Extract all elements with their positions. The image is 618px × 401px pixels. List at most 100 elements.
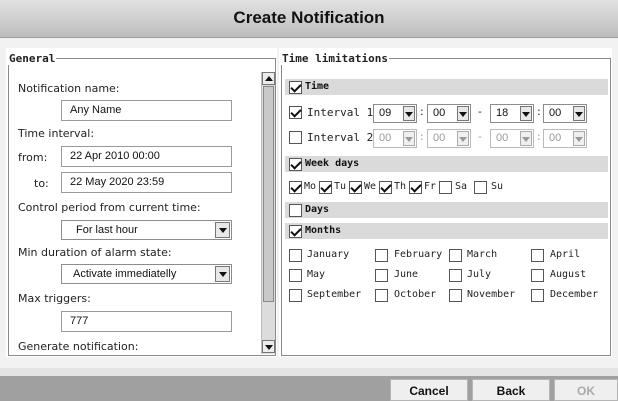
weekday-su-label: Su bbox=[491, 181, 504, 192]
month-august-checkbox[interactable] bbox=[531, 269, 544, 282]
weekdays-checkbox[interactable] bbox=[289, 158, 302, 171]
days-section-header bbox=[285, 202, 608, 218]
weekday-th-label: Th bbox=[394, 181, 407, 192]
weekday-tu-checkbox[interactable] bbox=[319, 181, 332, 194]
month-september-checkbox[interactable] bbox=[289, 289, 302, 302]
weekday-we-checkbox[interactable] bbox=[349, 181, 362, 194]
scroll-down-icon[interactable] bbox=[262, 340, 275, 353]
chevron-down-icon[interactable] bbox=[457, 106, 469, 121]
interval2-start-minute-value: 00 bbox=[433, 132, 446, 144]
interval1-start-minute-value: 00 bbox=[433, 107, 446, 119]
interval1-end-minute-value: 00 bbox=[549, 107, 562, 119]
month-may-label: May bbox=[307, 269, 326, 280]
chevron-down-icon[interactable] bbox=[520, 131, 532, 146]
weekday-tu-label: Tu bbox=[334, 181, 347, 192]
time-colon: : bbox=[420, 130, 424, 143]
notification-name-label: Notification name: bbox=[18, 82, 120, 95]
month-march-label: March bbox=[467, 249, 498, 260]
month-october-label: October bbox=[394, 289, 437, 300]
cancel-button[interactable]: Cancel bbox=[390, 379, 468, 401]
interval1-end-minute[interactable]: 00 bbox=[543, 104, 587, 123]
interval2-end-hour[interactable]: 00 bbox=[490, 129, 534, 148]
chevron-down-icon[interactable] bbox=[457, 131, 469, 146]
scroll-thumb[interactable] bbox=[263, 86, 274, 302]
chevron-down-icon[interactable] bbox=[215, 222, 230, 238]
weekday-fr-checkbox[interactable] bbox=[409, 181, 422, 194]
interval1-start-hour-value: 09 bbox=[379, 107, 392, 119]
general-legend: General bbox=[9, 52, 56, 65]
dialog-title: Create Notification bbox=[0, 0, 618, 38]
control-period-label: Control period from current time: bbox=[18, 201, 201, 214]
month-november-checkbox[interactable] bbox=[449, 289, 462, 302]
month-august-label: August bbox=[550, 269, 587, 280]
chevron-down-icon[interactable] bbox=[403, 106, 415, 121]
interval2-label: Interval 2: bbox=[307, 131, 380, 144]
min-duration-value: Activate immediatelly bbox=[73, 268, 177, 280]
scroll-up-icon[interactable] bbox=[262, 72, 275, 85]
months-section-label: Months bbox=[305, 225, 342, 236]
time-dash: - bbox=[478, 105, 482, 118]
interval1-checkbox[interactable] bbox=[289, 106, 302, 119]
time-colon: : bbox=[420, 105, 424, 118]
months-checkbox[interactable] bbox=[289, 225, 302, 238]
chevron-down-icon[interactable] bbox=[573, 106, 585, 121]
month-september-label: September bbox=[307, 289, 362, 300]
time-colon: : bbox=[537, 105, 541, 118]
weekday-mo-checkbox[interactable] bbox=[289, 181, 302, 194]
time-section-header bbox=[285, 79, 608, 95]
chevron-down-icon[interactable] bbox=[520, 106, 532, 121]
to-date-input[interactable]: 22 May 2020 23:59 bbox=[61, 172, 232, 193]
weekday-fr-label: Fr bbox=[424, 181, 437, 192]
month-june-checkbox[interactable] bbox=[375, 269, 388, 282]
weekday-sa-checkbox[interactable] bbox=[439, 181, 452, 194]
interval2-end-minute[interactable]: 00 bbox=[543, 129, 587, 148]
month-november-label: November bbox=[467, 289, 516, 300]
month-october-checkbox[interactable] bbox=[375, 289, 388, 302]
from-date-input[interactable]: 22 Apr 2010 00:00 bbox=[61, 146, 232, 167]
weekday-we-label: We bbox=[364, 181, 377, 192]
interval1-start-hour[interactable]: 09 bbox=[373, 104, 417, 123]
interval2-start-hour-value: 00 bbox=[379, 132, 392, 144]
time-checkbox[interactable] bbox=[289, 81, 302, 94]
weekday-mo-label: Mo bbox=[304, 181, 317, 192]
month-january-label: January bbox=[307, 249, 350, 260]
interval2-end-minute-value: 00 bbox=[549, 132, 562, 144]
month-december-label: December bbox=[550, 289, 599, 300]
month-march-checkbox[interactable] bbox=[449, 249, 462, 262]
notification-name-input[interactable]: Any Name bbox=[61, 100, 232, 121]
weekdays-section-label: Week days bbox=[305, 158, 360, 169]
interval2-start-minute[interactable]: 00 bbox=[427, 129, 471, 148]
interval1-start-minute[interactable]: 00 bbox=[427, 104, 471, 123]
month-may-checkbox[interactable] bbox=[289, 269, 302, 282]
general-scrollbar[interactable] bbox=[261, 72, 275, 354]
interval2-checkbox[interactable] bbox=[289, 131, 302, 144]
control-period-value: For last hour bbox=[76, 224, 138, 236]
chevron-down-icon[interactable] bbox=[215, 266, 230, 282]
back-button[interactable]: Back bbox=[472, 379, 550, 401]
control-period-select[interactable]: For last hour bbox=[61, 220, 232, 240]
month-june-label: June bbox=[394, 269, 419, 280]
chevron-down-icon[interactable] bbox=[403, 131, 415, 146]
time-colon: : bbox=[537, 130, 541, 143]
max-triggers-input[interactable]: 777 bbox=[61, 311, 232, 332]
month-february-label: February bbox=[394, 249, 443, 260]
interval2-start-hour[interactable]: 00 bbox=[373, 129, 417, 148]
days-checkbox[interactable] bbox=[289, 204, 302, 217]
chevron-down-icon[interactable] bbox=[573, 131, 585, 146]
min-duration-select[interactable]: Activate immediatelly bbox=[61, 264, 232, 284]
month-april-checkbox[interactable] bbox=[531, 249, 544, 262]
from-label: from: bbox=[18, 151, 48, 164]
month-february-checkbox[interactable] bbox=[375, 249, 388, 262]
time-limitations-legend: Time limitations bbox=[282, 52, 388, 65]
weekday-su-checkbox[interactable] bbox=[474, 181, 487, 194]
time-section-label: Time bbox=[305, 81, 330, 92]
interval1-end-hour[interactable]: 18 bbox=[490, 104, 534, 123]
weekday-th-checkbox[interactable] bbox=[379, 181, 392, 194]
interval1-end-hour-value: 18 bbox=[496, 107, 509, 119]
month-december-checkbox[interactable] bbox=[531, 289, 544, 302]
month-july-checkbox[interactable] bbox=[449, 269, 462, 282]
time-interval-label: Time interval: bbox=[18, 127, 95, 140]
weekday-sa-label: Sa bbox=[455, 181, 468, 192]
month-january-checkbox[interactable] bbox=[289, 249, 302, 262]
ok-button[interactable]: OK bbox=[554, 379, 618, 401]
